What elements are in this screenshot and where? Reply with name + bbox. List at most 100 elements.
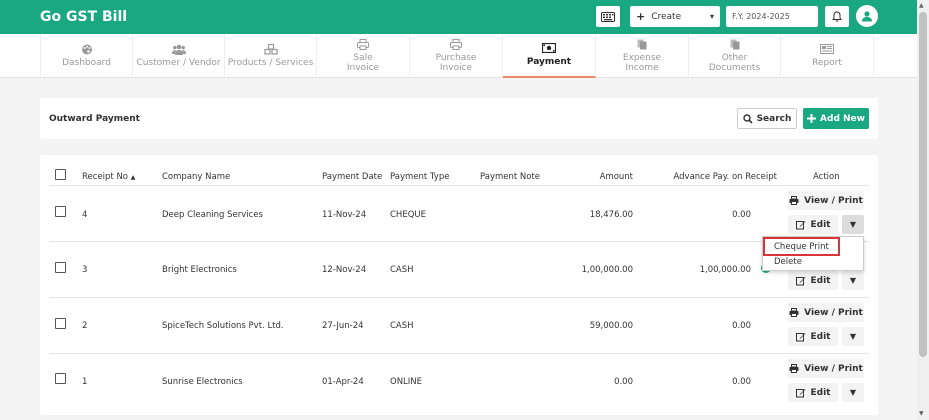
column-header-receipt-no[interactable]: Receipt No ▲ [82,172,135,182]
cell-date: 12-Nov-24 [322,265,367,275]
create-dropdown[interactable]: + Create ▾ [630,6,720,27]
plus-icon [807,114,817,123]
search-label: Search [756,113,792,124]
nav-label-line1: Other [721,53,748,63]
edit-button[interactable]: Edit [788,271,838,290]
view-print-button[interactable]: View / Print [788,191,864,210]
document-icon [730,39,740,51]
edit-icon [795,276,805,285]
cell-receipt-no: 1 [82,377,88,387]
column-header-company: Company Name [162,172,231,182]
cell-advance: 0.00 [732,377,751,387]
select-all-checkbox[interactable] [55,169,66,180]
search-button[interactable]: Search [737,108,797,129]
cell-advance: 0.00 [732,321,751,331]
cell-company: Bright Electronics [162,265,237,275]
edit-button[interactable]: Edit [788,215,838,234]
column-header-date: Payment Date [322,172,383,182]
column-header-advance: Advance Pay. on Receipt [673,172,777,182]
keyboard-shortcuts-button[interactable] [596,6,620,27]
more-actions-button[interactable]: ▼ [842,271,864,290]
user-menu-button[interactable] [856,5,878,27]
view-print-label: View / Print [804,307,863,318]
edit-button[interactable]: Edit [788,327,838,346]
edit-label: Edit [810,275,831,286]
nav-expense-income[interactable]: Expense Income [596,34,689,78]
printer-icon [789,364,799,373]
scroll-down-arrow-icon[interactable]: ▼ [919,410,924,417]
user-icon [862,11,872,22]
cell-date: 11-Nov-24 [322,210,367,220]
edit-icon [795,388,805,397]
edit-button[interactable]: Edit [788,383,838,402]
cell-advance: 0.00 [732,210,751,220]
nav-label-line2: Documents [708,63,761,73]
printer-icon [789,308,799,317]
more-actions-button[interactable]: ▼ [842,215,864,234]
cell-receipt-no: 3 [82,265,88,275]
more-actions-button[interactable]: ▼ [842,327,864,346]
menu-item-delete[interactable]: Delete [774,257,802,267]
keyboard-icon [601,11,615,22]
edit-label: Edit [810,387,831,398]
row-checkbox[interactable] [55,373,66,384]
nav-label: Products / Services [227,58,314,68]
chevron-down-icon: ▾ [709,12,714,21]
more-actions-button[interactable]: ▼ [842,383,864,402]
money-icon [541,42,557,55]
nav-dashboard[interactable]: Dashboard [40,34,133,78]
row-checkbox[interactable] [55,262,66,273]
nav-label: Report [812,58,842,68]
nav-label: Dashboard [62,58,111,68]
sort-asc-icon: ▲ [130,174,136,181]
top-bar: Go GST Bill + Create ▾ F.Y. 2024-2025 [0,0,917,34]
cell-type: CASH [390,265,414,275]
app-title[interactable]: Go GST Bill [40,9,127,25]
caret-down-icon: ▼ [849,388,857,397]
view-print-button[interactable]: View / Print [788,303,864,322]
nav-products-services[interactable]: Products / Services [225,34,317,78]
report-icon [820,44,834,56]
cell-amount: 59,000.00 [589,321,633,331]
notifications-button[interactable] [825,6,849,27]
add-new-button[interactable]: Add New [803,108,869,129]
edit-icon [795,220,805,229]
cell-company: SpiceTech Solutions Pvt. Ltd. [162,321,284,331]
document-icon [637,39,647,51]
row-checkbox[interactable] [55,318,66,329]
header-label: Receipt No [82,172,129,182]
cell-date: 27-Jun-24 [322,321,364,331]
nav-label-line2: Income [625,63,659,73]
caret-down-icon: ▼ [849,332,857,341]
divider [49,185,869,186]
cell-company: Sunrise Electronics [162,377,243,387]
nav-report[interactable]: Report [781,34,874,78]
view-print-button[interactable]: View / Print [788,359,864,378]
nav-other-documents[interactable]: Other Documents [689,34,781,78]
nav-sale-invoice[interactable]: Sale Invoice [317,34,410,78]
divider [49,241,869,242]
printer-icon [789,196,799,205]
page-title: Outward Payment [49,114,140,124]
create-label: Create [651,11,682,22]
divider [49,353,869,354]
row-checkbox[interactable] [55,206,66,217]
bell-icon [832,11,842,22]
cell-type: ONLINE [390,377,423,387]
nav-label-line1: Purchase [435,53,477,63]
nav-customer-vendor[interactable]: Customer / Vendor [133,34,225,78]
column-header-amount: Amount [599,172,633,182]
printer-icon [450,39,462,51]
payments-table: Receipt No ▲ Company Name Payment Date P… [40,155,878,415]
nav-purchase-invoice[interactable]: Purchase Invoice [410,34,503,78]
cell-type: CASH [390,321,414,331]
plus-icon: + [636,10,646,23]
scrollbar-thumb[interactable] [919,12,927,357]
users-icon [171,44,186,56]
nav-payment[interactable]: Payment [503,34,596,78]
scroll-up-arrow-icon[interactable]: ▲ [919,2,924,9]
highlight-box [763,237,840,256]
financial-year-selector[interactable]: F.Y. 2024-2025 [726,6,818,27]
nav-label: Payment [526,57,572,67]
section-header-card: Outward Payment Search Add New [40,98,878,139]
